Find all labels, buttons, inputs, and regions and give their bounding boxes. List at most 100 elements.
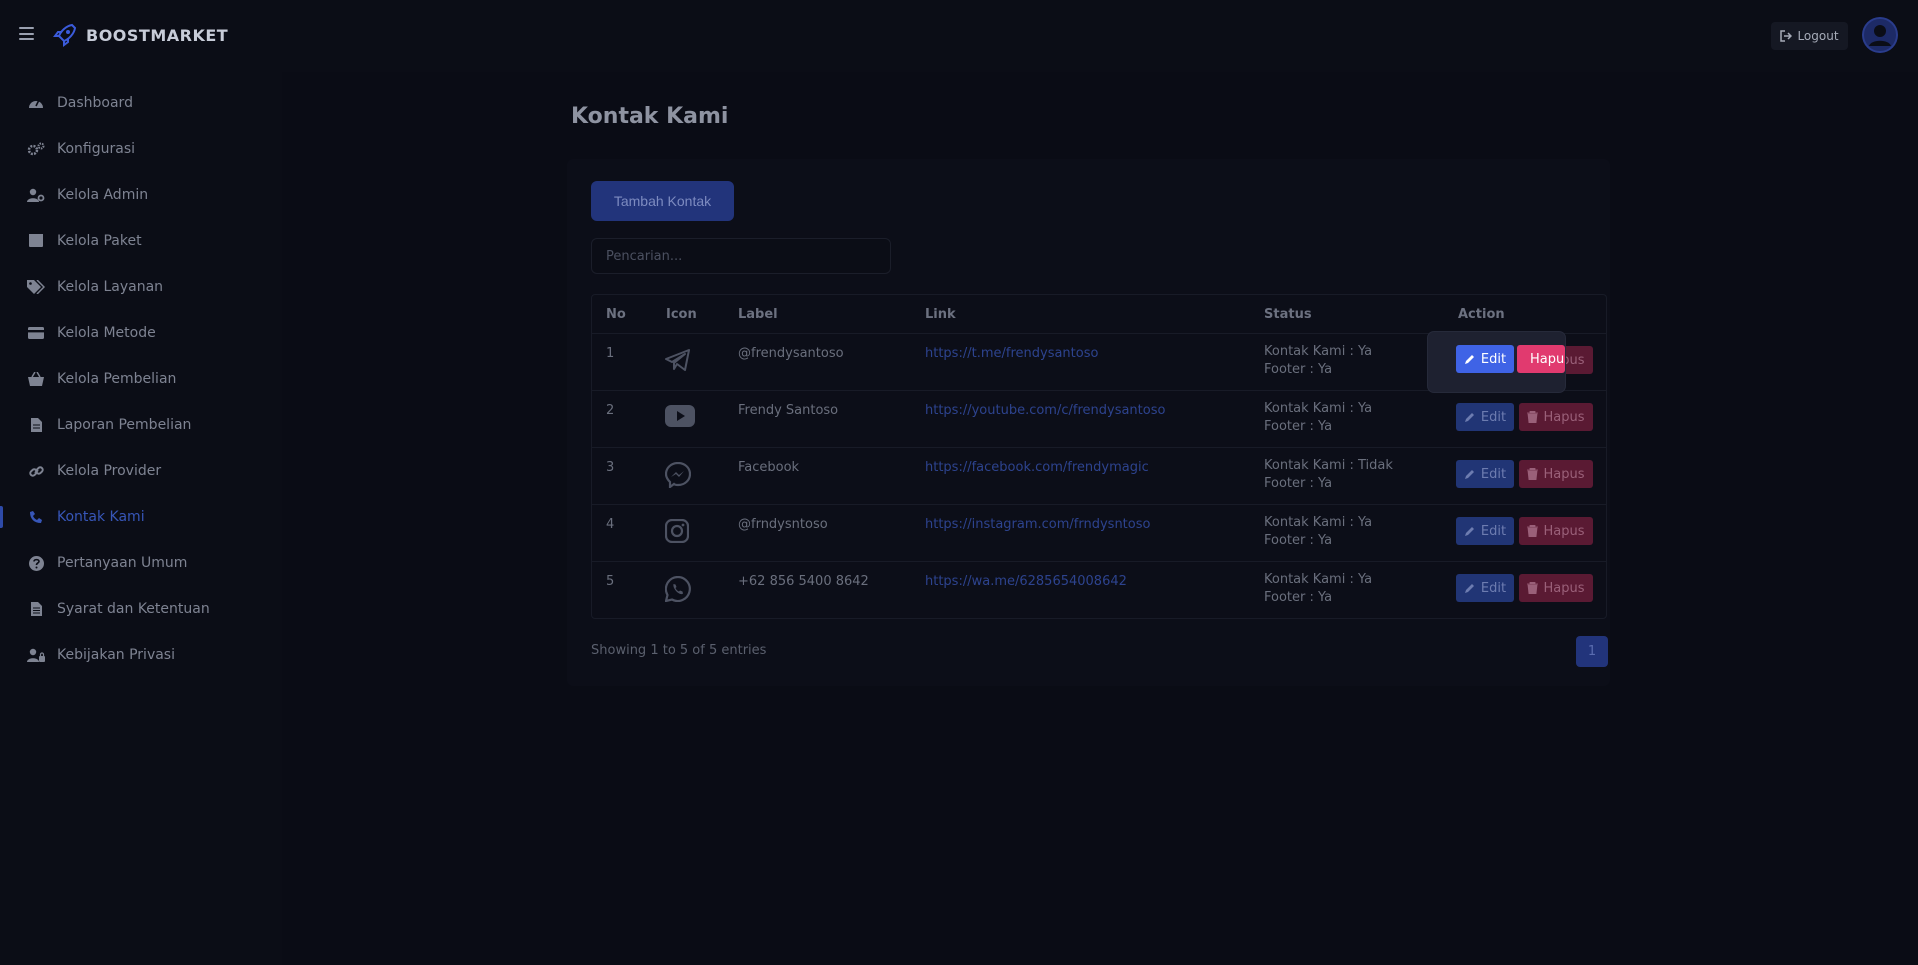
status-contact: Kontak Kami : Ya (1264, 401, 1373, 416)
status-footer: Footer : Ya (1264, 476, 1333, 491)
search-input[interactable] (591, 238, 891, 274)
rocket-icon (53, 23, 77, 47)
header-icon: Icon (666, 307, 697, 322)
sidebar-item-konfigurasi[interactable]: Konfigurasi (0, 130, 282, 168)
brand-logo[interactable]: BOOSTMARKET (52, 22, 228, 48)
row-number: 1 (606, 346, 615, 361)
sidebar-item-label: Kelola Pembelian (57, 371, 177, 387)
row-number: 2 (606, 403, 615, 418)
contact-link[interactable]: https://instagram.com/frndysntoso (925, 517, 1150, 532)
messenger-icon (664, 461, 692, 490)
sidebar-item-dashboard[interactable]: Dashboard (0, 84, 282, 122)
contact-link[interactable]: https://facebook.com/frendymagic (925, 460, 1149, 475)
sidebar-item-label: Pertanyaan Umum (57, 555, 188, 571)
sidebar-item-kelola-layanan[interactable]: Kelola Layanan (0, 268, 282, 306)
table-row: 3 Facebook https://facebook.com/frendymagi… (592, 447, 1606, 504)
pencil-icon (1464, 355, 1474, 364)
row-action-hover-highlight: Edit Hapus (1428, 332, 1565, 392)
sidebar-item-label: Dashboard (57, 95, 133, 111)
table-row: 2 Frendy Santoso https://youtube.com/c/fre… (592, 390, 1606, 447)
credit-card-icon (27, 325, 45, 341)
edit-label: Edit (1480, 409, 1507, 425)
delete-label: Hapus (1543, 466, 1585, 482)
hamburger-menu-icon[interactable] (19, 27, 34, 40)
instagram-icon (664, 518, 691, 545)
edit-label: Edit (1480, 523, 1507, 539)
header-status: Status (1264, 307, 1312, 322)
sidebar-item-syarat-dan-ketentuan[interactable]: Syarat dan Ketentuan (0, 590, 282, 628)
dashboard-icon (27, 95, 45, 111)
edit-label: Edit (1480, 466, 1507, 482)
telegram-icon (665, 348, 691, 374)
question-circle-icon (27, 555, 45, 571)
whatsapp-icon (664, 575, 691, 603)
pencil-icon (1464, 584, 1474, 593)
pagination-page-1[interactable]: 1 (1576, 636, 1608, 667)
status-contact: Kontak Kami : Ya (1264, 344, 1373, 359)
sidebar-item-label: Kelola Paket (57, 233, 142, 249)
sidebar-item-kelola-admin[interactable]: Kelola Admin (0, 176, 282, 214)
contact-label: +62 856 5400 8642 (738, 574, 869, 589)
sidebar-item-label: Syarat dan Ketentuan (57, 601, 210, 617)
edit-button[interactable]: Edit (1456, 460, 1514, 488)
header-action: Action (1458, 307, 1505, 322)
sidebar-item-label: Kelola Metode (57, 325, 156, 341)
edit-button[interactable]: Edit (1456, 403, 1514, 431)
sidebar-item-kontak-kami[interactable]: Kontak Kami (0, 498, 282, 536)
link-icon (27, 463, 45, 479)
basket-icon (27, 371, 45, 387)
status-footer: Footer : Ya (1264, 590, 1333, 605)
box-icon (27, 233, 45, 249)
contact-link[interactable]: https://wa.me/6285654008642 (925, 574, 1127, 589)
trash-icon (1527, 525, 1539, 537)
status-footer: Footer : Ya (1264, 419, 1333, 434)
sidebar: Dashboard Konfigurasi Kelola Admin Kelola P… (0, 72, 282, 965)
sidebar-item-label: Konfigurasi (57, 141, 136, 157)
file-icon (27, 417, 45, 433)
status-footer: Footer : Ya (1264, 362, 1333, 377)
sidebar-item-label: Kelola Provider (57, 463, 162, 479)
phone-icon (27, 509, 45, 525)
edit-button[interactable]: Edit (1456, 517, 1514, 545)
add-contact-button[interactable]: Tambah Kontak (591, 181, 734, 221)
delete-button[interactable]: Hapus (1519, 517, 1593, 545)
sidebar-item-kelola-pembelian[interactable]: Kelola Pembelian (0, 360, 282, 398)
sign-out-icon (1780, 30, 1793, 42)
delete-label: Hapus (1543, 523, 1585, 539)
contact-status: Kontak Kami : Tidak Footer : Ya (1264, 457, 1393, 493)
user-avatar-icon (1862, 17, 1898, 53)
edit-button[interactable]: Edit (1456, 574, 1514, 602)
delete-button[interactable]: Hapus (1519, 460, 1593, 488)
contact-label: @frendysantoso (738, 346, 844, 361)
youtube-icon (665, 405, 695, 431)
header-link: Link (925, 307, 956, 322)
sidebar-item-kelola-paket[interactable]: Kelola Paket (0, 222, 282, 260)
page-title: Kontak Kami (571, 104, 729, 129)
delete-button-hover[interactable]: Hapus (1517, 345, 1565, 373)
edit-label: Edit (1480, 351, 1507, 367)
edit-button-hover[interactable]: Edit (1456, 345, 1514, 373)
delete-button[interactable]: Hapus (1519, 403, 1593, 431)
avatar[interactable] (1862, 17, 1898, 53)
sidebar-item-label: Kontak Kami (57, 509, 145, 525)
contact-status: Kontak Kami : Ya Footer : Ya (1264, 343, 1372, 379)
contact-status: Kontak Kami : Ya Footer : Ya (1264, 400, 1372, 436)
contact-link[interactable]: https://t.me/frendysantoso (925, 346, 1098, 361)
sidebar-item-label: Kelola Layanan (57, 279, 164, 295)
sidebar-item-kebijakan-privasi[interactable]: Kebijakan Privasi (0, 636, 282, 674)
table-row: 5 +62 856 5400 8642 https://wa.me/62856540… (592, 561, 1606, 618)
header-no: No (606, 307, 626, 322)
delete-button[interactable]: Hapus (1519, 574, 1593, 602)
sidebar-item-kelola-provider[interactable]: Kelola Provider (0, 452, 282, 490)
logout-button[interactable]: Logout (1771, 22, 1848, 50)
sidebar-item-kelola-metode[interactable]: Kelola Metode (0, 314, 282, 352)
trash-icon (1527, 582, 1539, 594)
row-number: 4 (606, 517, 615, 532)
sidebar-item-pertanyaan-umum[interactable]: Pertanyaan Umum (0, 544, 282, 582)
sidebar-item-laporan-pembelian[interactable]: Laporan Pembelian (0, 406, 282, 444)
contact-link[interactable]: https://youtube.com/c/frendysantoso (925, 403, 1165, 418)
file-alt-icon (27, 601, 45, 617)
brand-name: BOOSTMARKET (86, 25, 229, 45)
user-cog-icon (27, 187, 45, 203)
entries-info: Showing 1 to 5 of 5 entries (591, 643, 767, 658)
